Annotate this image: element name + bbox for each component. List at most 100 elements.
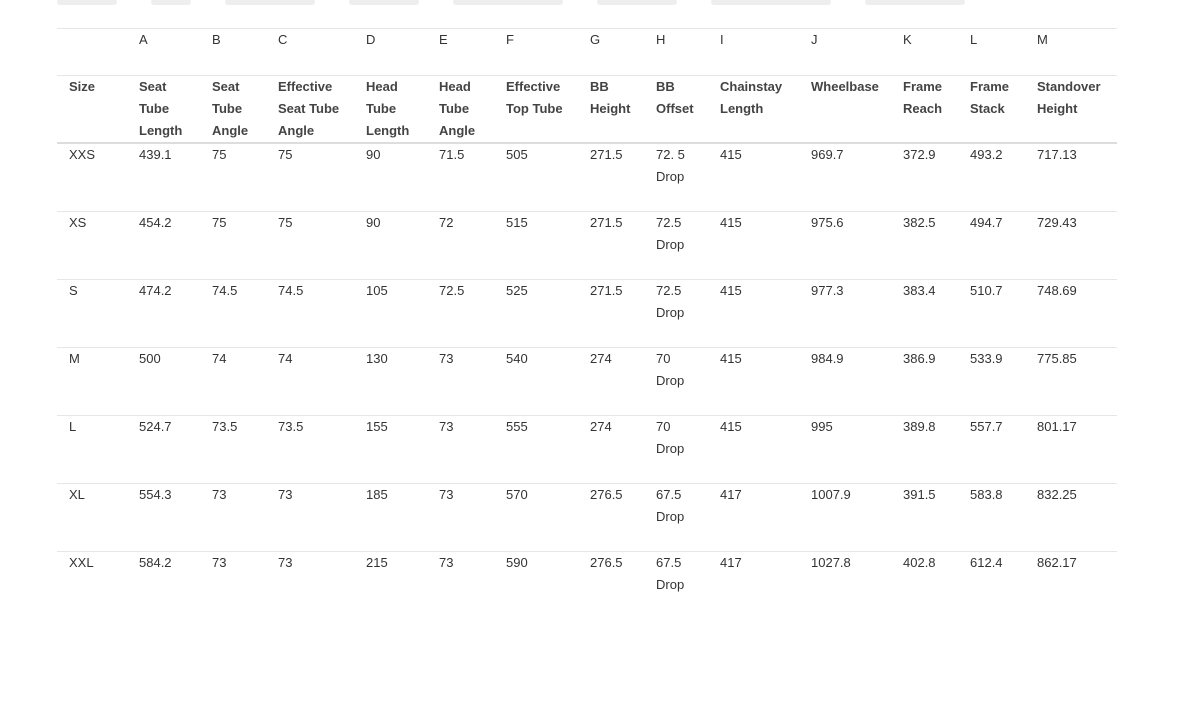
table-cell: 533.9 — [958, 347, 1025, 416]
table-cell: 525 — [494, 279, 578, 348]
table-cell: 417 — [720, 554, 742, 570]
table-cell: 1007.9 — [799, 483, 891, 552]
table-cell: 415 — [708, 415, 799, 484]
table-cell: 73 — [266, 483, 354, 552]
table-cell: 590 — [506, 554, 528, 570]
table-cell: 67.5 Drop — [644, 483, 708, 552]
table-cell: 505 — [494, 143, 578, 212]
column-header-text: Effective — [278, 79, 333, 94]
table-cell: 130 — [354, 347, 427, 416]
cell-text: Drop — [656, 440, 685, 456]
size-cell: M — [57, 347, 127, 416]
table-cell: 729.43 — [1025, 211, 1117, 280]
table-cell: 73 — [427, 483, 494, 552]
table-cell: 454.2 — [127, 211, 200, 280]
table-cell: 73 — [427, 415, 494, 484]
table-cell: 995 — [799, 415, 891, 484]
size-cell: L — [57, 415, 127, 484]
table-cell: 524.7 — [127, 415, 200, 484]
size-cell: XL — [57, 483, 127, 552]
column-header-text: Length — [366, 123, 410, 138]
table-cell: 271.5 — [578, 143, 644, 212]
column-header-text: Tube — [212, 101, 243, 116]
table-cell: 276.5 — [590, 554, 623, 570]
table-cell: 73 — [439, 554, 454, 570]
column-header: Standover Height — [1025, 75, 1117, 144]
column-header-text: Standover — [1037, 79, 1101, 94]
column-header: Frame Reach — [891, 75, 958, 144]
size-cell: XS — [57, 211, 127, 280]
column-letter: B — [200, 28, 266, 76]
cell-text: 67.5 — [656, 554, 682, 570]
column-letter: D — [354, 28, 427, 76]
column-header-text: Frame — [903, 79, 943, 94]
table-cell: 391.5 — [891, 483, 958, 552]
column-header: Frame Stack — [958, 75, 1025, 144]
column-header: Effective Seat Tube Angle — [266, 75, 354, 144]
table-cell: 67.5 Drop — [644, 551, 708, 619]
column-header-text: Effective — [506, 79, 561, 94]
column-header-text: Angle — [212, 123, 249, 138]
column-header: Seat Tube Angle — [200, 75, 266, 144]
table-cell: 1027.8 — [811, 554, 851, 570]
column-header-text: Angle — [278, 123, 315, 138]
cell-text: Drop — [656, 508, 685, 524]
size-cell: S — [57, 279, 127, 348]
column-header-text: Height — [1037, 101, 1078, 116]
table-row: XXL 584.2 73 73 215 73 590 276.5 67.5 Drop 417 1027… — [57, 551, 1117, 619]
column-letter-row: ABCDEFGHIJKLM — [57, 28, 1117, 76]
geometry-page: ABCDEFGHIJKLM Size Seat Tube Length Seat Tube… — [0, 0, 1191, 713]
column-header: BB Offset — [644, 75, 708, 144]
column-header: Head Tube Angle — [427, 75, 494, 144]
table-cell: 612.4 — [970, 554, 1003, 570]
column-header-text: BB — [656, 79, 675, 94]
table-cell: 977.3 — [799, 279, 891, 348]
size-cell: XXL — [69, 554, 94, 570]
table-row: M 500 74 74 130 73 540 274 70 Drop 415 984.9 386.9 53… — [57, 347, 1117, 416]
column-letter: K — [891, 28, 958, 76]
cell-text: 72.5 — [656, 214, 682, 230]
column-header-text: Height — [590, 101, 631, 116]
table-cell: 554.3 — [127, 483, 200, 552]
table-row: XXS 439.1 75 75 90 71.5 505 271.5 72. 5 Drop 415 96… — [57, 143, 1117, 212]
table-cell: 570 — [494, 483, 578, 552]
table-cell: 71.5 — [427, 143, 494, 212]
table-cell: 73 — [427, 347, 494, 416]
table-cell: 75 — [266, 143, 354, 212]
table-cell: 73.5 — [200, 415, 266, 484]
table-cell: 72.5 Drop — [644, 211, 708, 280]
cell-text: 72.5 — [656, 282, 682, 298]
table-cell: 75 — [266, 211, 354, 280]
cell-text: Drop — [656, 304, 685, 320]
column-header-text: Length — [139, 123, 183, 138]
column-letter: H — [644, 28, 708, 76]
column-letter: L — [958, 28, 1025, 76]
table-cell: 74.5 — [200, 279, 266, 348]
table-cell: 73 — [212, 554, 227, 570]
table-cell: 372.9 — [891, 143, 958, 212]
table-row: S 474.2 74.5 74.5 105 72.5 525 271.5 72.5 Drop 415… — [57, 279, 1117, 348]
cell-text: Drop — [656, 576, 685, 592]
table-cell: 389.8 — [891, 415, 958, 484]
column-header-text: Head — [366, 79, 398, 94]
column-header: Size — [57, 75, 127, 144]
table-row: XS 454.2 75 75 90 72 515 271.5 72.5 Drop 415 975.6 3… — [57, 211, 1117, 280]
table-cell: 382.5 — [891, 211, 958, 280]
table-cell: 775.85 — [1025, 347, 1117, 416]
column-header-text: Size — [69, 79, 96, 94]
column-header-text: Stack — [970, 101, 1005, 116]
table-cell: 832.25 — [1025, 483, 1117, 552]
column-header-row: Size Seat Tube Length Seat Tube Angle Effective… — [57, 75, 1117, 144]
column-header: Chainstay Length — [708, 75, 799, 144]
table-cell: 415 — [708, 279, 799, 348]
table-cell: 540 — [494, 347, 578, 416]
column-header-text: Head — [439, 79, 471, 94]
table-cell: 70 Drop — [644, 415, 708, 484]
table-cell: 72.5 — [427, 279, 494, 348]
table-cell: 493.2 — [958, 143, 1025, 212]
column-letter: A — [127, 28, 200, 76]
column-header-text: Tube — [139, 101, 170, 116]
table-cell: 105 — [354, 279, 427, 348]
column-header-text: BB — [590, 79, 609, 94]
table-cell: 717.13 — [1025, 143, 1117, 212]
